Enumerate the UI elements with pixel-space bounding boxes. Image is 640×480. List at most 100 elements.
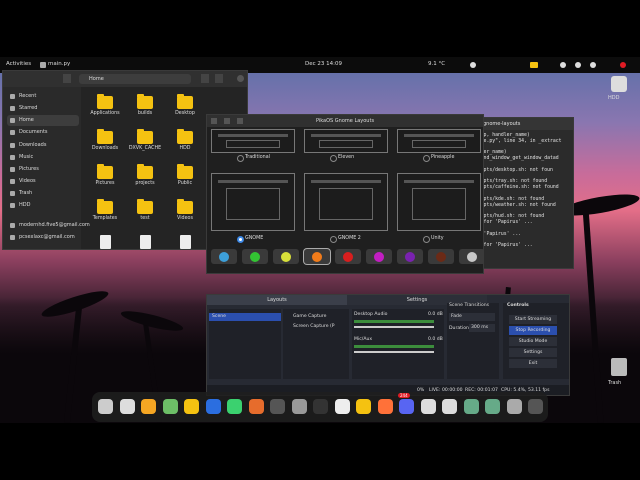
sidebar-item[interactable]: Documents bbox=[7, 127, 79, 138]
dock-app-icon[interactable] bbox=[184, 399, 199, 414]
dock-app-icon[interactable] bbox=[227, 399, 242, 414]
dock-app-icon[interactable] bbox=[141, 399, 156, 414]
dock-app-icon[interactable] bbox=[356, 399, 371, 414]
dock-app-icon[interactable] bbox=[485, 399, 500, 414]
file-item[interactable]: Downloads bbox=[87, 128, 123, 162]
layout-radio[interactable]: GNOME 2 bbox=[330, 236, 361, 243]
layout-radio[interactable]: Traditional bbox=[237, 155, 270, 162]
layout-preview[interactable] bbox=[211, 173, 295, 231]
sidebar-item[interactable]: Downloads bbox=[7, 140, 79, 151]
dock-app-icon[interactable] bbox=[442, 399, 457, 414]
volume-icon[interactable] bbox=[575, 62, 581, 68]
file-item[interactable]: Applications bbox=[87, 93, 123, 127]
accent-swatch[interactable] bbox=[366, 249, 392, 264]
exit-button[interactable]: Exit bbox=[509, 359, 557, 368]
sidebar-item[interactable]: Pictures bbox=[7, 164, 79, 175]
battery-icon[interactable] bbox=[530, 62, 538, 68]
trash-icon[interactable] bbox=[611, 358, 627, 376]
dock-app-icon[interactable] bbox=[399, 399, 414, 414]
sidebar-item[interactable]: Music bbox=[7, 152, 79, 163]
layout-radio[interactable]: Eleven bbox=[330, 155, 354, 162]
file-item[interactable]: Videos bbox=[167, 198, 203, 232]
layout-radio[interactable]: Pineapple bbox=[423, 155, 454, 162]
dock-app-icon[interactable] bbox=[334, 399, 350, 414]
dock-app-icon[interactable] bbox=[248, 399, 264, 414]
sidebar-item[interactable]: Home bbox=[7, 115, 79, 126]
file-item[interactable]: DXVK_CACHE bbox=[127, 128, 163, 162]
search-icon[interactable] bbox=[201, 74, 209, 83]
clock[interactable]: Dec 23 14:09 bbox=[305, 61, 342, 67]
focused-app-label[interactable]: main.py bbox=[48, 61, 70, 67]
accent-swatch[interactable] bbox=[397, 249, 423, 264]
volume-slider[interactable] bbox=[354, 351, 434, 353]
stop-recording-button[interactable]: Stop Recording bbox=[509, 326, 557, 335]
file-item[interactable]: wget-log.1 bbox=[127, 233, 163, 249]
file-item[interactable]: wget-log.2 bbox=[167, 233, 203, 249]
accent-swatch[interactable] bbox=[335, 249, 361, 264]
file-item[interactable]: wget-log bbox=[87, 233, 123, 249]
sidebar-item[interactable]: Starred bbox=[7, 103, 79, 114]
file-item[interactable]: Pictures bbox=[87, 163, 123, 197]
power-icon[interactable] bbox=[590, 62, 596, 68]
source-item[interactable]: Screen Capture (P bbox=[293, 324, 335, 329]
dock-app-icon[interactable] bbox=[270, 399, 285, 414]
dock-app-icon[interactable] bbox=[162, 399, 178, 414]
dock-app-icon[interactable] bbox=[463, 399, 479, 414]
view-toggle-icon[interactable] bbox=[215, 74, 223, 83]
layout-preview[interactable] bbox=[397, 129, 481, 153]
accent-swatch[interactable] bbox=[211, 249, 237, 264]
dock-app-icon[interactable] bbox=[205, 399, 221, 414]
sidebar-item[interactable]: modernhd.five5@gmail.com bbox=[7, 220, 90, 231]
dock-app-icon[interactable] bbox=[291, 399, 307, 414]
back-button[interactable] bbox=[63, 74, 71, 83]
accent-swatch[interactable] bbox=[459, 249, 483, 264]
duration-input[interactable]: 300 ms bbox=[469, 324, 495, 332]
network-icon[interactable] bbox=[560, 62, 566, 68]
transition-select[interactable]: Fade bbox=[449, 313, 495, 321]
start-streaming-button[interactable]: Start Streaming bbox=[509, 315, 557, 324]
sidebar-item[interactable]: Videos bbox=[7, 176, 79, 187]
weather-readout[interactable]: 9.1 °C bbox=[428, 61, 445, 67]
layout-preview[interactable] bbox=[397, 173, 481, 231]
sidebar-item[interactable]: Trash bbox=[7, 188, 79, 199]
layout-preview[interactable] bbox=[304, 173, 388, 231]
dock-app-icon[interactable] bbox=[528, 399, 543, 414]
file-item[interactable]: projects bbox=[127, 163, 163, 197]
hdd-drive-icon[interactable] bbox=[611, 76, 627, 92]
accent-swatch[interactable] bbox=[428, 249, 454, 264]
dock-app-icon[interactable] bbox=[98, 399, 113, 414]
dock-app-icon[interactable] bbox=[119, 399, 135, 414]
accent-swatch[interactable] bbox=[242, 249, 268, 264]
workspace-indicator[interactable] bbox=[470, 62, 476, 68]
source-item[interactable]: Game Capture bbox=[293, 314, 326, 319]
settings-button[interactable]: Settings bbox=[509, 348, 557, 357]
dock-app-icon[interactable] bbox=[506, 399, 522, 414]
file-item[interactable]: HDD bbox=[167, 128, 203, 162]
volume-slider[interactable] bbox=[354, 326, 434, 328]
studio-mode-button[interactable]: Studio Mode bbox=[509, 337, 557, 346]
scene-item[interactable]: Scene bbox=[209, 313, 281, 321]
terminal-output[interactable]: r_map, handler_name) _late.py", line 34, … bbox=[472, 133, 571, 249]
sidebar-item[interactable]: HDD bbox=[7, 200, 79, 211]
layout-preview[interactable] bbox=[211, 129, 295, 153]
file-item-label: test bbox=[140, 216, 150, 221]
path-bar[interactable]: Home bbox=[79, 74, 191, 84]
layout-radio[interactable]: Unity bbox=[423, 236, 444, 243]
file-item[interactable]: Public bbox=[167, 163, 203, 197]
dock-app-icon[interactable] bbox=[420, 399, 436, 414]
dock-app-icon[interactable] bbox=[377, 399, 393, 414]
close-icon[interactable] bbox=[237, 75, 244, 82]
file-item[interactable]: builds bbox=[127, 93, 163, 127]
file-item[interactable]: Desktop bbox=[167, 93, 203, 127]
layout-radio[interactable]: GNOME bbox=[237, 236, 263, 243]
accent-swatch[interactable] bbox=[304, 249, 330, 264]
layout-preview[interactable] bbox=[304, 129, 388, 153]
dock-app-icon[interactable] bbox=[313, 399, 328, 414]
accent-swatch[interactable] bbox=[273, 249, 299, 264]
file-item[interactable]: test bbox=[127, 198, 163, 232]
sidebar-item[interactable]: Recent bbox=[7, 91, 79, 102]
sidebar-item[interactable]: pcsexlaxc@gmail.com bbox=[7, 232, 79, 243]
file-item[interactable]: Templates bbox=[87, 198, 123, 232]
tab-layouts[interactable]: Layouts bbox=[207, 295, 347, 305]
activities-button[interactable]: Activities bbox=[6, 61, 31, 67]
